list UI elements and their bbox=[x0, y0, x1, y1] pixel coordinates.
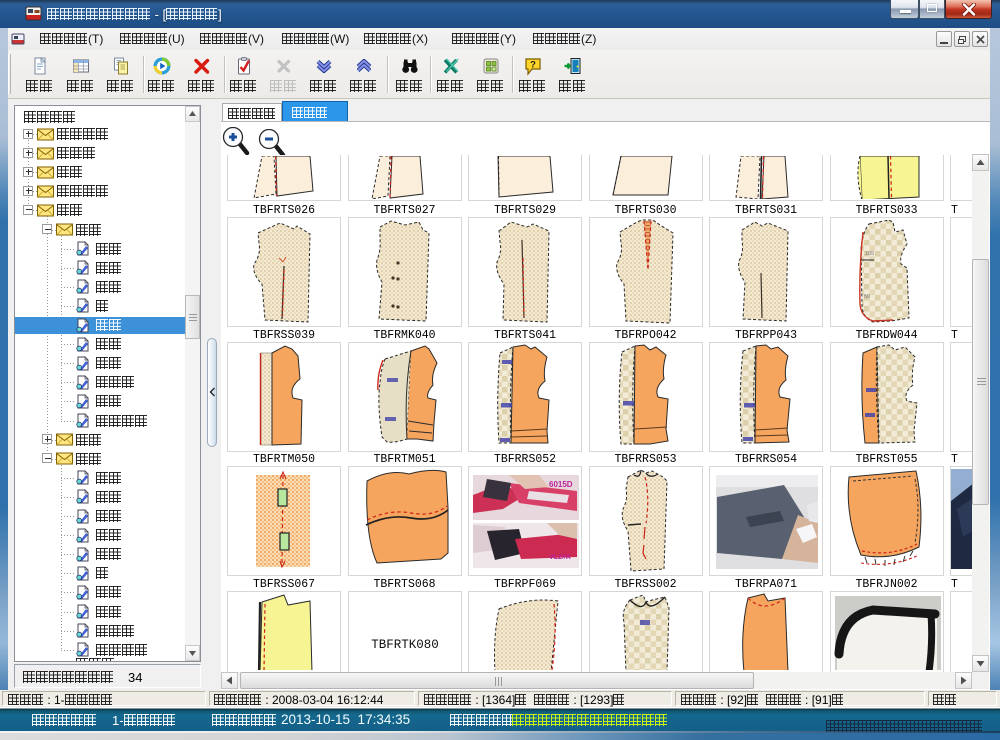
svg-text:TBFRTK080: TBFRTK080 bbox=[371, 638, 439, 652]
svg-text:6015D: 6015D bbox=[549, 480, 573, 489]
svg-text:?: ? bbox=[530, 60, 536, 71]
svg-text:105: 105 bbox=[865, 251, 874, 257]
svg-text:VL2#A: VL2#A bbox=[549, 554, 571, 561]
svg-text:50: 50 bbox=[864, 294, 870, 300]
